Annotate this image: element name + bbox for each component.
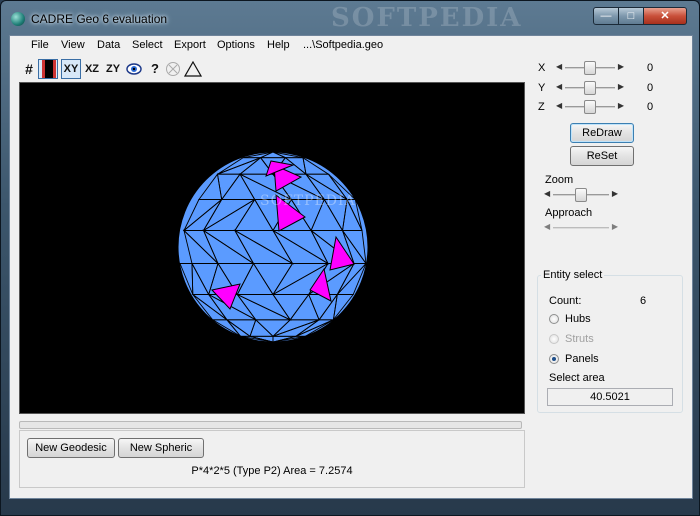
zoom-slider-thumb[interactable] [575,188,587,202]
circle-x-icon[interactable] [164,59,182,79]
watermark: SOFTPEDIA [331,3,523,33]
y-slider-thumb[interactable] [584,81,596,95]
approach-label: Approach [545,207,593,219]
help-button[interactable]: ? [146,59,164,79]
x-slider[interactable]: ◀ ▶ [555,61,625,75]
z-slider-thumb[interactable] [584,100,596,114]
redraw-button[interactable]: ReDraw [570,123,634,143]
view-xy-button[interactable]: XY [61,59,81,79]
menu-select[interactable]: Select [132,39,163,51]
zoom-slider[interactable]: ◀ ▶ [543,188,619,202]
x-label: X [538,62,546,74]
select-area-label: Select area [549,372,605,384]
slider-right-icon[interactable]: ▶ [618,62,624,71]
entity-select-title: Entity select [541,269,605,281]
panels-radio[interactable] [549,354,559,364]
menu-file[interactable]: File [31,39,49,51]
zoom-label: Zoom [545,174,574,186]
slider-left-icon[interactable]: ◀ [556,101,562,110]
menu-data[interactable]: Data [97,39,120,51]
close-button[interactable]: ✕ [643,7,687,25]
y-label: Y [538,82,546,94]
y-slider[interactable]: ◀ ▶ [555,81,625,95]
maximize-button[interactable]: □ [618,7,644,25]
bottom-panel: New Geodesic New Spheric P*4*2*5 (Type P… [19,430,525,488]
slider-left-icon[interactable]: ◀ [556,82,562,91]
menu-options[interactable]: Options [217,39,255,51]
title-bar[interactable]: CADRE Geo 6 evaluation SOFTPEDIA — □ ✕ [1,1,699,35]
count-label: Count: [549,295,582,307]
client-area: File View Data Select Export Options Hel… [9,35,693,499]
toolbar: # XY XZ ZY ? [10,57,528,81]
film-icon [42,60,56,78]
horizontal-scrollbar[interactable] [19,421,522,429]
eye-icon[interactable] [125,59,143,79]
menu-export[interactable]: Export [174,39,206,51]
select-area-value: 40.5021 [547,388,673,406]
new-geodesic-button[interactable]: New Geodesic [27,438,115,458]
x-value: 0 [647,62,654,74]
z-slider[interactable]: ◀ ▶ [555,100,625,114]
menu-help[interactable]: Help [267,39,290,51]
struts-radio [549,334,559,344]
view-zy-button[interactable]: ZY [104,59,122,79]
slider-right-icon[interactable]: ▶ [618,82,624,91]
new-spheric-button[interactable]: New Spheric [118,438,204,458]
y-value: 0 [647,82,654,94]
z-label: Z [538,101,545,113]
3d-viewport[interactable]: SOFTPEDIA [19,82,525,414]
reset-button[interactable]: ReSet [570,146,634,166]
geodesic-sphere[interactable] [20,83,525,414]
menu-view[interactable]: View [61,39,85,51]
slider-left-icon[interactable]: ◀ [544,222,550,231]
x-slider-thumb[interactable] [584,61,596,75]
slider-right-icon[interactable]: ▶ [612,189,618,198]
triangle-icon[interactable] [183,59,203,79]
slider-left-icon[interactable]: ◀ [544,189,550,198]
right-panel: X ◀ ▶ 0 Y ◀ ▶ 0 Z ◀ ▶ 0 ReDraw ReSet Zoo… [529,57,692,498]
slider-right-icon[interactable]: ▶ [618,101,624,110]
z-value: 0 [647,101,654,113]
panels-label[interactable]: Panels [565,353,599,365]
grid-icon[interactable]: # [20,59,38,79]
app-icon [11,12,25,26]
hubs-radio[interactable] [549,314,559,324]
menu-file-path[interactable]: ...\Softpedia.geo [303,39,383,51]
slider-left-icon[interactable]: ◀ [556,62,562,71]
menu-bar: File View Data Select Export Options Hel… [10,36,692,56]
struts-label: Struts [565,333,594,345]
app-window: CADRE Geo 6 evaluation SOFTPEDIA — □ ✕ F… [0,0,700,516]
view-xz-button[interactable]: XZ [83,59,101,79]
approach-slider[interactable]: ◀ ▶ [543,221,619,235]
count-value: 6 [640,295,647,307]
slider-right-icon[interactable]: ▶ [612,222,618,231]
minimize-button[interactable]: — [593,7,619,25]
window-title: CADRE Geo 6 evaluation [31,12,168,26]
viewport-watermark: SOFTPEDIA [260,193,356,209]
status-text: P*4*2*5 (Type P2) Area = 7.2574 [191,465,353,477]
hubs-label[interactable]: Hubs [565,313,591,325]
film-button[interactable] [38,59,58,79]
